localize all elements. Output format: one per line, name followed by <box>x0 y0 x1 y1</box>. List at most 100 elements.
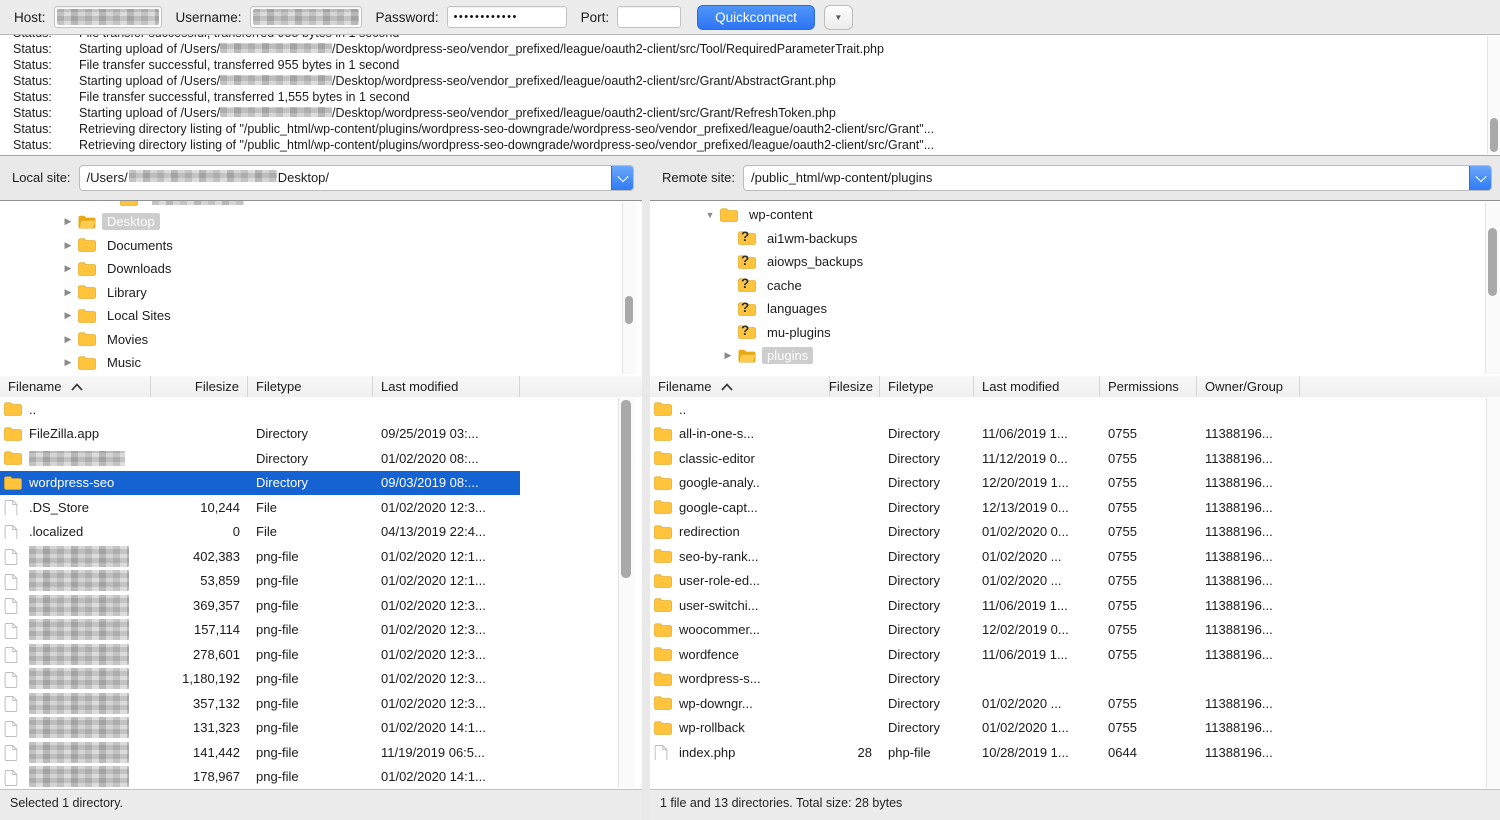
tree-item-cache[interactable]: ?cache <box>650 274 1500 298</box>
file-row-classic-editor[interactable]: classic-editorDirectory11/12/2019 0...07… <box>650 446 1300 471</box>
column-header-permissions[interactable]: Permissions <box>1100 376 1197 397</box>
file-row-localized[interactable]: .localized0File04/13/2019 22:4... <box>0 520 520 545</box>
tree-item-desktop[interactable]: ▶ Desktop <box>0 210 642 234</box>
username-input[interactable] <box>250 6 362 28</box>
file-row-google-capt[interactable]: google-capt...Directory12/13/2019 0...07… <box>650 495 1300 520</box>
collapsed-expander-icon[interactable]: ▶ <box>58 287 78 298</box>
file-row-index-php[interactable]: index.php28php-file10/28/2019 1...064411… <box>650 740 1300 765</box>
remote-list-header: FilenameFilesizeFiletypeLast modifiedPer… <box>650 376 1500 398</box>
tree-item-movies[interactable]: ▶Movies <box>0 328 642 352</box>
status-message: Retrieving directory listing of "/public… <box>79 138 934 152</box>
remote-list-scrollbar-track[interactable] <box>1486 398 1500 788</box>
column-header-filetype[interactable]: Filetype <box>880 376 974 397</box>
collapsed-expander-icon[interactable]: ▶ <box>58 216 78 227</box>
file-row-wp-rollback[interactable]: wp-rollbackDirectory01/02/2020 1...07551… <box>650 716 1300 741</box>
local-list-header: FilenameFilesizeFiletypeLast modified <box>0 376 642 398</box>
column-header-last-modified[interactable]: Last modified <box>373 376 520 397</box>
file-row-seo-by-rank[interactable]: seo-by-rank...Directory01/02/2020 ...075… <box>650 544 1300 569</box>
cell-type: png-file <box>248 598 373 613</box>
remote-site-combo[interactable]: /public_html/wp-content/plugins <box>743 165 1492 191</box>
collapsed-expander-icon[interactable]: ▶ <box>58 334 78 345</box>
redacted-filename <box>29 546 129 567</box>
file-row-redirection[interactable]: redirectionDirectory01/02/2020 0...07551… <box>650 520 1300 545</box>
file-row-wordfence[interactable]: wordfenceDirectory11/06/2019 1...0755113… <box>650 642 1300 667</box>
expanded-expander-icon[interactable]: ▼ <box>700 210 720 220</box>
tree-item-music[interactable]: ▶Music <box>0 351 642 375</box>
tree-item-plugins[interactable]: ▶plugins <box>650 344 1500 368</box>
column-header-filesize[interactable]: Filesize <box>830 376 880 397</box>
local-site-combo[interactable]: /Users/Desktop/ <box>79 165 634 191</box>
chevron-down-icon <box>1475 170 1486 181</box>
status-log[interactable]: Status:File transfer successful, transfe… <box>0 35 1500 156</box>
file-row-user-role-ed[interactable]: user-role-ed...Directory01/02/2020 ...07… <box>650 569 1300 594</box>
file-row-redacted[interactable]: 1,180,192png-file01/02/2020 12:3... <box>0 667 520 692</box>
collapsed-expander-icon[interactable]: ▶ <box>58 240 78 251</box>
file-row-redacted[interactable]: 157,114png-file01/02/2020 12:3... <box>0 618 520 643</box>
file-row-filezilla-app[interactable]: FileZilla.appDirectory09/25/2019 03:... <box>0 422 520 447</box>
tree-item-downloads[interactable]: ▶Downloads <box>0 257 642 281</box>
file-row-redacted[interactable]: 131,323png-file01/02/2020 14:1... <box>0 716 520 741</box>
filename-text: wordpress-s... <box>679 671 761 686</box>
local-site-dropdown-button[interactable] <box>611 166 633 190</box>
folder-icon <box>120 201 138 206</box>
tree-item-ai1wm-backups[interactable]: ?ai1wm-backups <box>650 227 1500 251</box>
folder-open-icon <box>78 215 96 229</box>
column-header-filename[interactable]: Filename <box>0 376 151 397</box>
file-row-woocommer[interactable]: woocommer...Directory12/02/2019 0...0755… <box>650 618 1300 643</box>
tree-item-documents[interactable]: ▶Documents <box>0 234 642 258</box>
file-row-redacted[interactable]: 402,383png-file01/02/2020 12:1... <box>0 544 520 569</box>
file-row-wp-downgr[interactable]: wp-downgr...Directory01/02/2020 ...07551… <box>650 691 1300 716</box>
column-header-last-modified[interactable]: Last modified <box>974 376 1100 397</box>
file-row-all-in-one-s[interactable]: all-in-one-s...Directory11/06/2019 1...0… <box>650 422 1300 447</box>
tree-item-aiowps-backups[interactable]: ?aiowps_backups <box>650 250 1500 274</box>
collapsed-expander-icon[interactable]: ▶ <box>58 263 78 274</box>
tree-item-mu-plugins[interactable]: ?mu-plugins <box>650 321 1500 345</box>
file-row-wordpress-seo[interactable]: wordpress-seoDirectory09/03/2019 08:... <box>0 471 520 496</box>
quickconnect-button[interactable]: Quickconnect <box>697 5 815 30</box>
local-list-scrollbar-thumb[interactable] <box>621 400 631 578</box>
cell-type: Directory <box>880 671 974 686</box>
remote-site-dropdown-button[interactable] <box>1469 166 1491 190</box>
quickconnect-dropdown-button[interactable]: ▼ <box>824 5 853 30</box>
cell-size: 1,180,192 <box>151 671 248 686</box>
cell-name: classic-editor <box>650 451 830 466</box>
tree-item-local-sites[interactable]: ▶Local Sites <box>0 304 642 328</box>
cell-size: 357,132 <box>151 696 248 711</box>
file-row-redacted[interactable]: 141,442png-file11/19/2019 06:5... <box>0 740 520 765</box>
file-row-wordpress-s[interactable]: wordpress-s... Directory <box>650 667 1300 692</box>
collapsed-expander-icon[interactable]: ▶ <box>718 350 738 361</box>
tree-item-wp-content[interactable]: ▼wp-content <box>650 203 1500 227</box>
local-tree-scrollbar-thumb[interactable] <box>625 296 633 324</box>
file-row-redacted[interactable]: 369,357png-file01/02/2020 12:3... <box>0 593 520 618</box>
file-row-redacted[interactable]: 357,132png-file01/02/2020 12:3... <box>0 691 520 716</box>
file-row-item[interactable]: .. <box>0 397 520 422</box>
file-row-redacted[interactable]: 278,601png-file01/02/2020 12:3... <box>0 642 520 667</box>
collapsed-expander-icon[interactable]: ▶ <box>58 310 78 321</box>
log-scrollbar-thumb[interactable] <box>1490 118 1498 152</box>
remote-tree-rows: ▼wp-content?ai1wm-backups?aiowps_backups… <box>650 203 1500 368</box>
status-label: Status: <box>13 89 79 105</box>
tree-item-label: Desktop <box>102 213 160 230</box>
local-tree-scrollbar-track[interactable] <box>622 202 636 374</box>
remote-tree-scrollbar-thumb[interactable] <box>1488 228 1497 296</box>
tree-item-languages[interactable]: ?languages <box>650 297 1500 321</box>
file-row-redacted[interactable]: 53,859png-file01/02/2020 12:1... <box>0 569 520 594</box>
file-row-user-switchi[interactable]: user-switchi...Directory11/06/2019 1...0… <box>650 593 1300 618</box>
status-message: Starting upload of /Users//Desktop/wordp… <box>79 42 884 56</box>
column-header-filename[interactable]: Filename <box>650 376 830 397</box>
file-row-redacted[interactable]: Directory01/02/2020 08:... <box>0 446 520 471</box>
host-input[interactable] <box>54 6 162 28</box>
folder-question-icon: ? <box>738 302 756 316</box>
collapsed-expander-icon[interactable]: ▶ <box>58 357 78 368</box>
port-input[interactable] <box>617 6 681 28</box>
file-row-ds-store[interactable]: .DS_Store10,244File01/02/2020 12:3... <box>0 495 520 520</box>
password-input[interactable]: •••••••••••• <box>447 6 567 28</box>
remote-file-list: ..all-in-one-s...Directory11/06/2019 1..… <box>650 397 1500 789</box>
tree-item-library[interactable]: ▶Library <box>0 281 642 305</box>
column-header-filesize[interactable]: Filesize <box>151 376 248 397</box>
column-header-owner-group[interactable]: Owner/Group <box>1197 376 1300 397</box>
file-row-redacted[interactable]: 178,967png-file01/02/2020 14:1... <box>0 765 520 790</box>
file-row-item[interactable]: .. <box>650 397 1300 422</box>
file-row-google-analy[interactable]: google-analy..Directory12/20/2019 1...07… <box>650 471 1300 496</box>
column-header-filetype[interactable]: Filetype <box>248 376 373 397</box>
